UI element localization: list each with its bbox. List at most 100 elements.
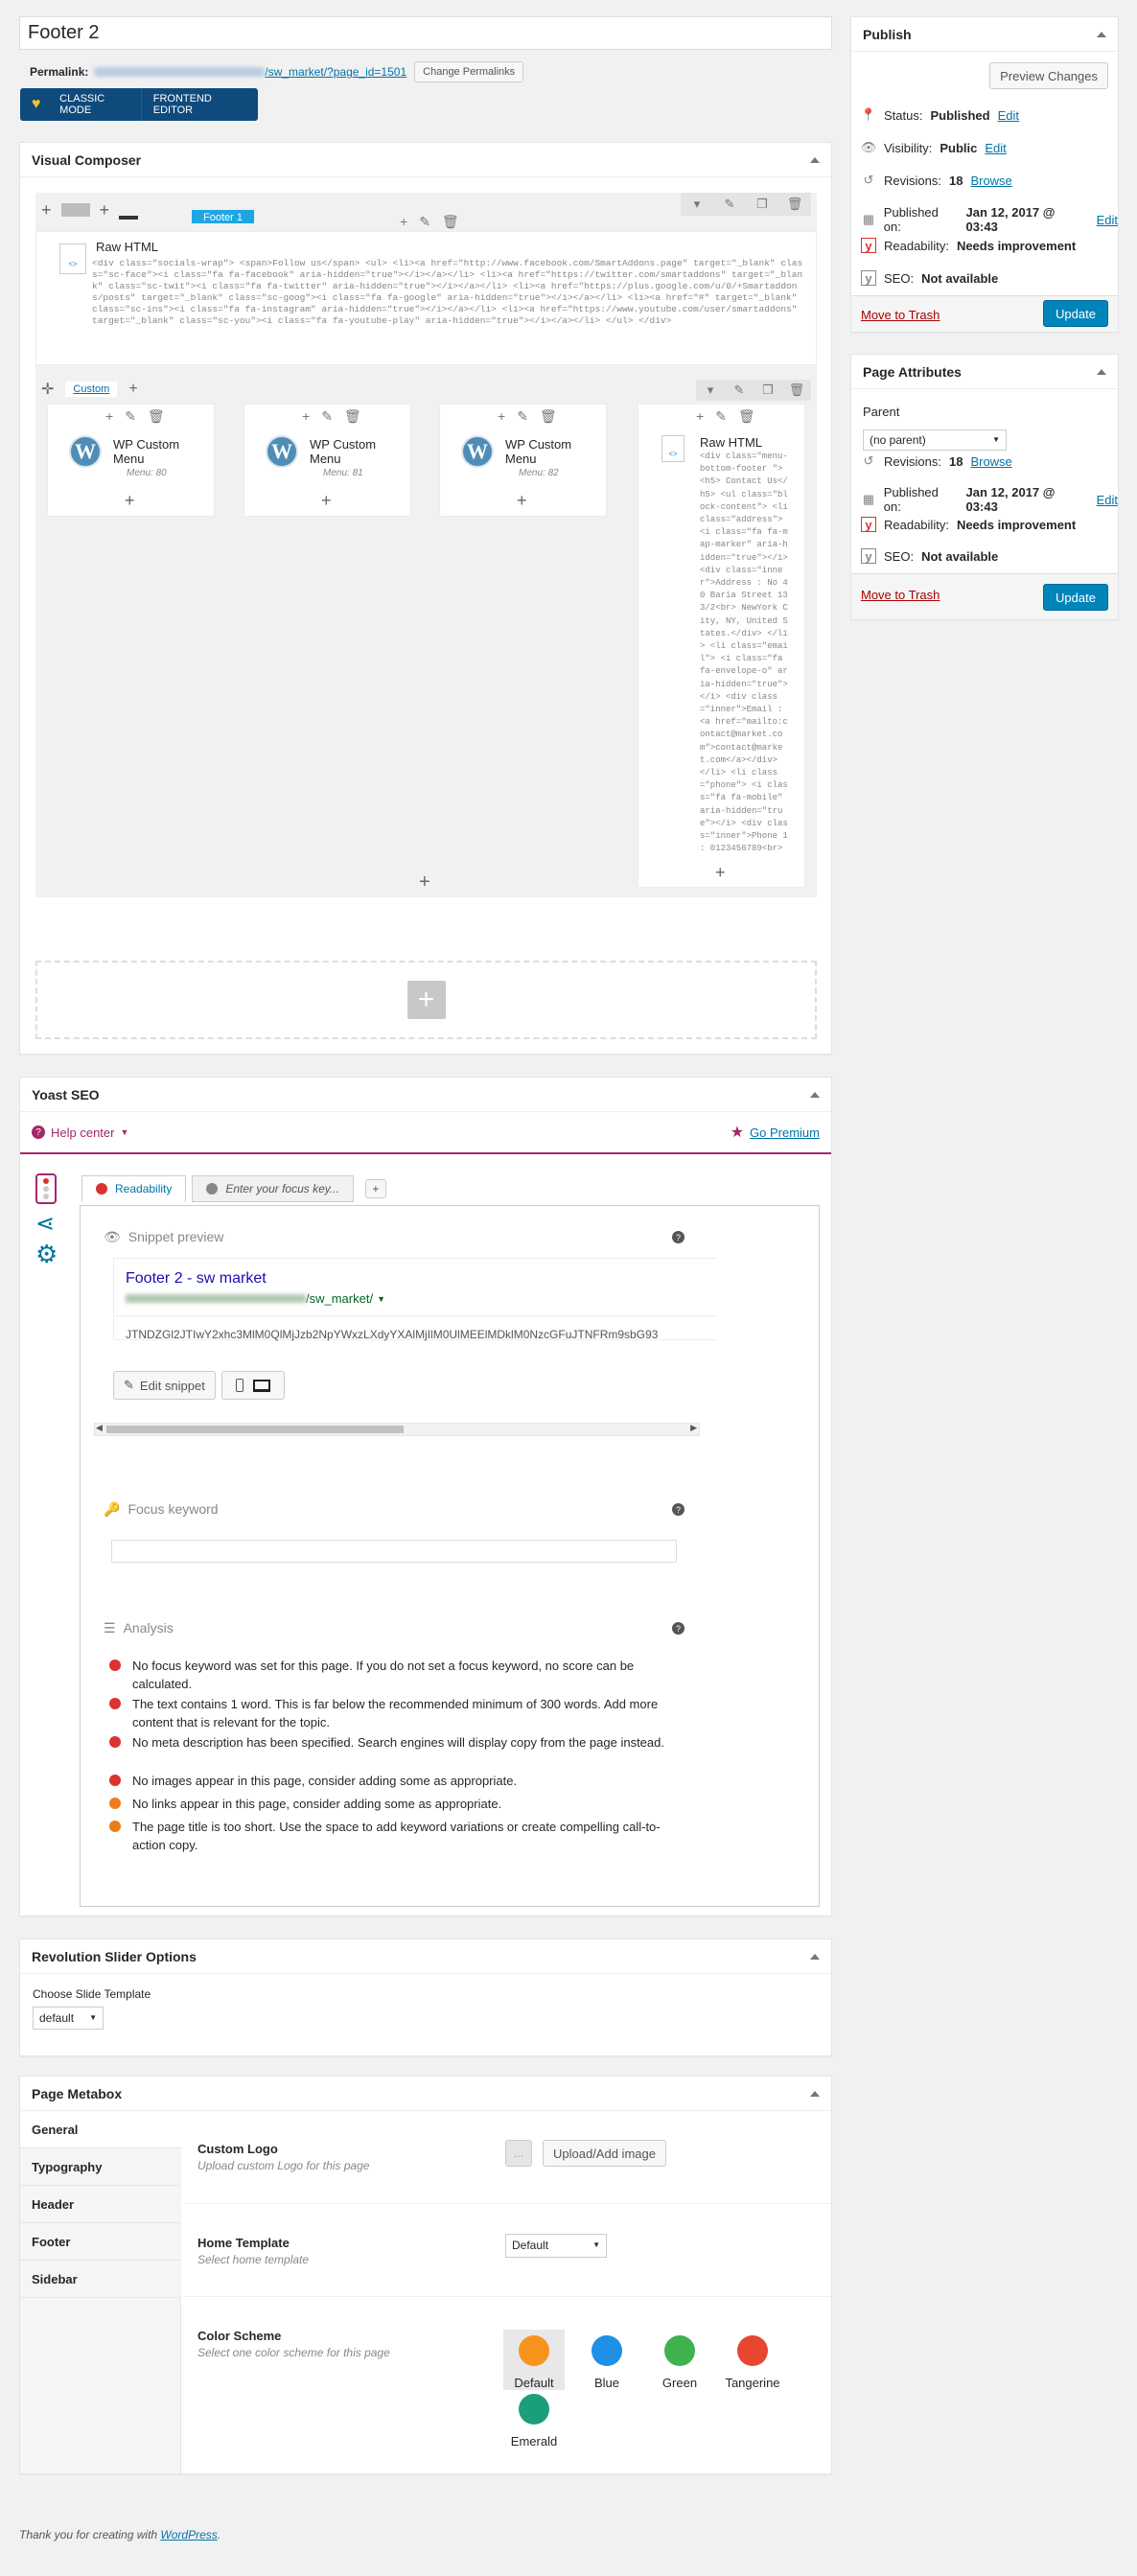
- edit-row-icon[interactable]: ✎: [713, 193, 746, 216]
- edit-icon[interactable]: ✎: [125, 408, 136, 425]
- metabox-header[interactable]: Page Metabox: [20, 2077, 831, 2111]
- revslider-header[interactable]: Revolution Slider Options: [20, 1939, 831, 1974]
- delete-icon[interactable]: 🗑: [442, 214, 459, 230]
- collapse-icon[interactable]: [810, 156, 820, 163]
- snippet-help-icon[interactable]: ?: [672, 1231, 685, 1243]
- yoast-header[interactable]: Yoast SEO: [20, 1078, 831, 1112]
- wp-custom-menu-element[interactable]: + ✎ 🗑 W WP Custom Menu Menu: 82 +: [439, 404, 607, 517]
- attributes-header[interactable]: Page Attributes: [851, 355, 1118, 389]
- add-row-icon[interactable]: +: [406, 981, 446, 1019]
- inner-dropdown-icon[interactable]: ▾: [696, 380, 725, 401]
- raw-html-element-2[interactable]: + ✎ 🗑 <> Raw HTML <div class="menu-bottom-…: [638, 404, 805, 888]
- upload-image-button[interactable]: Upload/Add image: [543, 2140, 666, 2167]
- tab-focus-keyword[interactable]: Enter your focus key...: [192, 1175, 354, 1202]
- collapse-icon[interactable]: [1097, 368, 1106, 375]
- slide-template-select[interactable]: default ▼: [33, 2007, 104, 2030]
- published-edit-link[interactable]: Edit: [1097, 493, 1118, 507]
- snippet-scrollbar[interactable]: ◀ ▶: [94, 1423, 700, 1436]
- metabox-tab-typography[interactable]: Typography: [20, 2148, 181, 2186]
- preview-changes-button[interactable]: Preview Changes: [989, 62, 1108, 89]
- add-element-icon[interactable]: +: [100, 200, 110, 220]
- frontend-editor-button[interactable]: FRONTEND EDITOR: [142, 88, 258, 121]
- delete-icon[interactable]: 🗑: [344, 408, 361, 425]
- menu-add-icon[interactable]: +: [321, 491, 332, 511]
- help-center-button[interactable]: ? Help center ▼: [32, 1126, 128, 1140]
- vc-tab-footer[interactable]: Footer 1: [192, 210, 254, 223]
- publish-header[interactable]: Publish: [851, 17, 1118, 52]
- edit-icon[interactable]: ✎: [517, 408, 528, 425]
- edit-snippet-button[interactable]: ✎ Edit snippet: [113, 1371, 216, 1400]
- inner-add-icon[interactable]: +: [128, 381, 137, 398]
- delete-icon[interactable]: 🗑: [148, 408, 165, 425]
- edit-icon[interactable]: ✎: [321, 408, 333, 425]
- add-icon[interactable]: +: [302, 408, 310, 425]
- custom-tab[interactable]: Custom: [65, 382, 118, 397]
- classic-mode-button[interactable]: CLASSIC MODE: [52, 88, 142, 121]
- collapse-icon[interactable]: [810, 1953, 820, 1960]
- go-premium-link[interactable]: ★ Go Premium: [731, 1123, 820, 1142]
- metabox-tab-header[interactable]: Header: [20, 2186, 181, 2223]
- update-button[interactable]: Update: [1043, 300, 1108, 327]
- home-template-select[interactable]: Default ▼: [505, 2234, 607, 2258]
- raw-html-2-add-icon[interactable]: +: [715, 863, 726, 883]
- metabox-tab-footer[interactable]: Footer: [20, 2223, 181, 2261]
- menu-add-icon[interactable]: +: [125, 491, 135, 511]
- collapse-icon[interactable]: [810, 2090, 820, 2097]
- vc-header[interactable]: Visual Composer: [20, 143, 831, 177]
- edit-icon[interactable]: ✎: [419, 214, 430, 230]
- inner-delete-icon[interactable]: 🗑: [782, 380, 811, 401]
- tab-readability[interactable]: Readability: [81, 1175, 187, 1202]
- inner-move-icon[interactable]: ✛: [41, 380, 54, 399]
- collapse-icon[interactable]: [810, 1091, 820, 1098]
- published-edit-link[interactable]: Edit: [1097, 213, 1118, 227]
- vc-add-row-area[interactable]: +: [35, 961, 817, 1039]
- desktop-icon[interactable]: [252, 1379, 270, 1392]
- edit-icon[interactable]: ✎: [715, 408, 727, 425]
- share-icon[interactable]: ⋖: [35, 1210, 60, 1238]
- mobile-icon[interactable]: [235, 1379, 244, 1392]
- color-scheme-option[interactable]: Emerald: [503, 2388, 565, 2448]
- snippet-box[interactable]: Footer 2 - sw market /sw_market/▼ JTNDZG…: [113, 1258, 717, 1341]
- permalink-link[interactable]: /sw_market/?page_id=1501: [265, 65, 406, 79]
- move-to-trash-link[interactable]: Move to Trash: [861, 308, 940, 322]
- collapse-icon[interactable]: [1097, 31, 1106, 37]
- row-add-icon[interactable]: +: [419, 871, 430, 893]
- color-scheme-option[interactable]: Default: [503, 2330, 565, 2390]
- inner-clone-icon[interactable]: ❐: [754, 380, 782, 401]
- clone-row-icon[interactable]: ❐: [746, 193, 778, 216]
- delete-icon[interactable]: 🗑: [738, 408, 755, 425]
- metabox-tab-sidebar[interactable]: Sidebar: [20, 2261, 181, 2298]
- revisions-browse-link[interactable]: Browse: [970, 174, 1011, 188]
- add-icon[interactable]: +: [400, 214, 407, 230]
- color-scheme-option[interactable]: Blue: [576, 2330, 638, 2390]
- wp-custom-menu-element[interactable]: + ✎ 🗑 W WP Custom Menu Menu: 81 +: [244, 404, 411, 517]
- add-column-icon[interactable]: +: [41, 200, 52, 220]
- add-keyword-button[interactable]: +: [364, 1179, 386, 1198]
- revisions-browse-link[interactable]: Browse: [970, 454, 1011, 469]
- change-permalinks-button[interactable]: Change Permalinks: [414, 61, 524, 82]
- add-icon[interactable]: +: [105, 408, 113, 425]
- add-icon[interactable]: +: [498, 408, 505, 425]
- update-button[interactable]: Update: [1043, 584, 1108, 611]
- device-toggle[interactable]: [220, 1371, 285, 1400]
- tab-stub[interactable]: [119, 216, 139, 220]
- menu-add-icon[interactable]: +: [517, 491, 527, 511]
- move-to-trash-link[interactable]: Move to Trash: [861, 588, 940, 602]
- title-input[interactable]: Footer 2: [19, 16, 832, 50]
- delete-row-icon[interactable]: 🗑: [778, 193, 811, 216]
- wp-custom-menu-element[interactable]: + ✎ 🗑 W WP Custom Menu Menu: 80 +: [47, 404, 215, 517]
- color-scheme-option[interactable]: Tangerine: [722, 2330, 783, 2390]
- focus-keyword-input[interactable]: [111, 1540, 677, 1563]
- parent-select[interactable]: (no parent) ▼: [863, 429, 1007, 451]
- row-dropdown-icon[interactable]: ▾: [681, 193, 713, 216]
- add-icon[interactable]: +: [696, 408, 704, 425]
- metabox-tab-general[interactable]: General: [20, 2111, 182, 2148]
- delete-icon[interactable]: 🗑: [540, 408, 557, 425]
- inner-edit-icon[interactable]: ✎: [725, 380, 754, 401]
- color-scheme-option[interactable]: Green: [649, 2330, 710, 2390]
- footer-wp-link[interactable]: WordPress: [160, 2528, 217, 2541]
- scrollbar-thumb[interactable]: [106, 1426, 404, 1433]
- traffic-light-icon[interactable]: [35, 1173, 57, 1204]
- status-edit-link[interactable]: Edit: [998, 108, 1019, 123]
- analysis-help-icon[interactable]: ?: [672, 1622, 685, 1635]
